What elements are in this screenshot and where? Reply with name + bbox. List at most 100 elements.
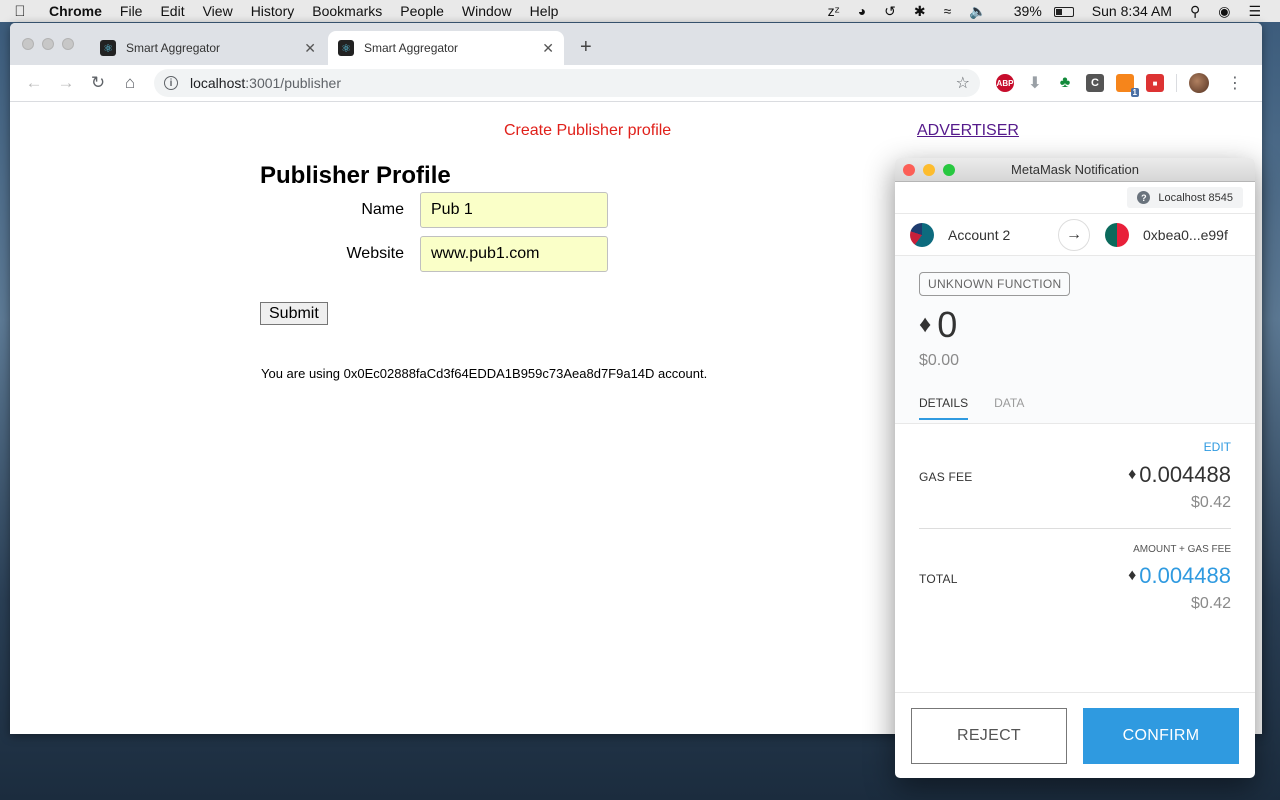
metamask-minimize-button[interactable] <box>923 164 935 176</box>
menu-view[interactable]: View <box>194 3 242 19</box>
gas-fee-label: GAS FEE <box>919 470 973 484</box>
clover-icon[interactable]: ♣ <box>1056 74 1074 92</box>
tab-strip: ⚛ Smart Aggregator ✕ ⚛ Smart Aggregator … <box>10 23 1262 65</box>
amount-fiat: $0.00 <box>919 352 960 369</box>
metamask-window-title: MetaMask Notification <box>1011 162 1139 177</box>
close-window-button[interactable] <box>22 38 34 50</box>
network-row: ? Localhost 8545 <box>895 182 1255 214</box>
network-selector[interactable]: ? Localhost 8545 <box>1127 187 1243 208</box>
bluetooth-icon[interactable]: ✱ <box>905 3 935 20</box>
battery-icon <box>1053 7 1074 18</box>
name-row: Name <box>260 192 608 228</box>
tab-title: Smart Aggregator <box>126 41 221 55</box>
tab-title: Smart Aggregator <box>364 41 459 55</box>
edit-gas-link[interactable]: EDIT <box>1204 440 1231 454</box>
ethereum-icon: ♦ <box>919 311 932 338</box>
bookmark-star-icon[interactable]: ☆ <box>956 73 970 93</box>
details-divider <box>919 528 1231 529</box>
siri-icon[interactable]: ◉ <box>1209 3 1239 20</box>
back-arrow-icon[interactable]: ← <box>18 73 50 93</box>
function-type-tag: UNKNOWN FUNCTION <box>919 272 1071 296</box>
wifi-icon[interactable]: ≈ <box>935 3 961 19</box>
download-arrow-icon[interactable]: ⬇ <box>1026 74 1044 92</box>
website-label: Website <box>346 245 404 262</box>
menu-edit[interactable]: Edit <box>151 3 193 19</box>
reload-icon[interactable]: ↻ <box>82 73 114 93</box>
close-tab-icon[interactable]: ✕ <box>304 40 316 57</box>
time-machine-icon[interactable]: ↺ <box>875 3 905 20</box>
menu-help[interactable]: Help <box>521 3 568 19</box>
extension-c-icon[interactable]: C <box>1086 74 1104 92</box>
url-path: :3001/publisher <box>245 75 342 91</box>
address-bar[interactable]: i localhost:3001/publisher ☆ <box>154 69 980 97</box>
total-value: 0.004488 <box>1139 563 1231 588</box>
metamask-titlebar: MetaMask Notification <box>895 158 1255 182</box>
clock[interactable]: Sun 8:34 AM <box>1083 3 1181 19</box>
chrome-menu-kebab-icon[interactable]: ⋮ <box>1227 73 1243 93</box>
metamask-fox-icon[interactable]: 1 <box>1116 74 1139 97</box>
amount-plus-gas-label: AMOUNT + GAS FEE <box>1133 544 1231 555</box>
battery-status[interactable]: 39% <box>996 3 1083 19</box>
metamask-window-controls <box>903 164 955 176</box>
toolbar-divider <box>1176 74 1177 92</box>
profile-avatar[interactable] <box>1189 73 1209 93</box>
metamask-zoom-button[interactable] <box>943 164 955 176</box>
browser-toolbar: ← → ↻ ⌂ i localhost:3001/publisher ☆ ABP… <box>10 65 1262 102</box>
gas-fee-amount: ♦ 0.004488 <box>1128 462 1231 488</box>
minimize-window-button[interactable] <box>42 38 54 50</box>
reject-button[interactable]: REJECT <box>911 707 1067 764</box>
name-input[interactable] <box>420 192 608 228</box>
close-tab-icon[interactable]: ✕ <box>542 40 554 57</box>
tab-details[interactable]: DETAILS <box>919 396 969 420</box>
network-name: Localhost 8545 <box>1158 191 1233 204</box>
mask-icon[interactable]: ◕ <box>849 3 875 19</box>
website-row: Website <box>260 236 608 272</box>
gas-fee-fiat: $0.42 <box>1190 494 1231 511</box>
macos-menubar:  Chrome File Edit View History Bookmark… <box>0 0 1280 22</box>
to-account-address: 0xbea0...e99f <box>1143 226 1228 243</box>
zoom-window-button[interactable] <box>62 38 74 50</box>
spotlight-search-icon[interactable]: ⚲ <box>1181 3 1209 20</box>
menu-file[interactable]: File <box>111 3 152 19</box>
total-amount: ♦ 0.004488 <box>1128 563 1231 589</box>
from-identicon <box>910 222 934 247</box>
tab-smart-aggregator-2[interactable]: ⚛ Smart Aggregator ✕ <box>328 31 564 65</box>
metamask-close-button[interactable] <box>903 164 915 176</box>
transaction-details: EDIT GAS FEE ♦ 0.004488 $0.42 AMOUNT + G… <box>895 424 1255 694</box>
transaction-amount: ♦ 0 <box>919 304 957 346</box>
apple-menu-icon[interactable]:  <box>0 3 40 20</box>
notification-center-icon[interactable]: ☰ <box>1239 3 1270 20</box>
forward-arrow-icon[interactable]: → <box>50 73 82 93</box>
menu-bookmarks[interactable]: Bookmarks <box>303 3 391 19</box>
tab-smart-aggregator-1[interactable]: ⚛ Smart Aggregator ✕ <box>90 31 326 65</box>
menu-people[interactable]: People <box>391 3 453 19</box>
sleep-icon[interactable]: zᶻ <box>819 3 849 19</box>
battery-percent: 39% <box>1013 3 1042 19</box>
from-account-name: Account 2 <box>948 226 1011 243</box>
amount-value: 0 <box>937 304 958 345</box>
to-account[interactable]: 0xbea0...e99f <box>1075 222 1228 247</box>
site-info-icon[interactable]: i <box>164 76 178 90</box>
extensions-area: ABP ⬇ ♣ C 1 ■ ⋮ <box>996 73 1243 97</box>
name-label: Name <box>361 201 404 218</box>
volume-icon[interactable]: 🔈 <box>960 3 995 20</box>
new-tab-plus-icon[interactable]: + <box>580 36 592 59</box>
action-footer: REJECT CONFIRM <box>895 692 1255 778</box>
home-icon[interactable]: ⌂ <box>114 73 146 93</box>
submit-button[interactable]: Submit <box>260 302 328 325</box>
website-input[interactable] <box>420 236 608 272</box>
gas-fee-value: 0.004488 <box>1139 462 1231 487</box>
url-host: localhost <box>190 75 246 91</box>
menu-history[interactable]: History <box>242 3 304 19</box>
nav-create-publisher-link[interactable]: Create Publisher profile <box>504 122 671 140</box>
detail-tabs: DETAILS DATA <box>919 396 1024 420</box>
tab-data[interactable]: DATA <box>994 396 1024 420</box>
red-extension-icon[interactable]: ■ <box>1146 74 1164 92</box>
confirm-button[interactable]: CONFIRM <box>1083 707 1239 764</box>
menu-window[interactable]: Window <box>453 3 521 19</box>
from-account: Account 2 <box>895 222 1075 247</box>
menu-app-chrome[interactable]: Chrome <box>40 3 111 19</box>
ethereum-icon: ♦ <box>1128 466 1137 483</box>
nav-advertiser-link[interactable]: ADVERTISER <box>917 122 1019 140</box>
adblock-plus-icon[interactable]: ABP <box>996 74 1014 92</box>
